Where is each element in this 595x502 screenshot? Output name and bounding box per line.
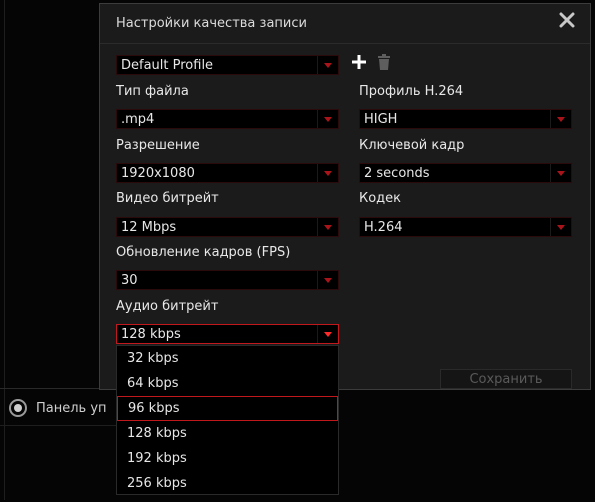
dropdown-arrow-icon [317, 218, 338, 236]
dropdown-arrow-icon [317, 56, 338, 74]
control-panel-item[interactable]: Панель уп [8, 398, 107, 418]
dropdown-arrow-icon [317, 164, 338, 182]
keyframe-value: 2 seconds [364, 165, 430, 181]
dropdown-option-highlighted[interactable]: 96 kbps [117, 396, 338, 421]
close-button[interactable] [556, 11, 578, 33]
codec-label: Кодек [359, 191, 402, 206]
delete-profile-button[interactable] [375, 54, 393, 74]
h264-profile-value: HIGH [364, 111, 398, 127]
codec-value: H.264 [364, 219, 403, 235]
resolution-label: Разрешение [116, 138, 200, 153]
keyframe-select[interactable]: 2 seconds [359, 163, 572, 183]
fps-select[interactable]: 30 [116, 270, 339, 290]
background-divider [0, 425, 120, 426]
dropdown-option[interactable]: 64 kbps [117, 371, 338, 396]
header-divider [100, 43, 590, 44]
audio-bitrate-label: Аудио битрейт [116, 299, 219, 314]
dropdown-option[interactable]: 128 kbps [117, 421, 338, 446]
profile-value: Default Profile [121, 57, 214, 73]
dropdown-option[interactable]: 256 kbps [117, 471, 338, 496]
dropdown-arrow-icon [317, 271, 338, 289]
close-icon [559, 12, 575, 32]
dropdown-arrow-icon [317, 325, 338, 343]
h264-profile-select[interactable]: HIGH [359, 109, 572, 129]
file-type-select[interactable]: .mp4 [116, 109, 339, 129]
dropdown-option[interactable]: 32 kbps [117, 346, 338, 371]
plus-icon [351, 54, 367, 74]
h264-profile-label: Профиль H.264 [359, 84, 464, 99]
profile-select[interactable]: Default Profile [116, 55, 339, 75]
file-type-value: .mp4 [121, 111, 155, 127]
audio-bitrate-dropdown-list: 32 kbps 64 kbps 96 kbps 128 kbps 192 kbp… [116, 345, 339, 495]
trash-icon [377, 54, 391, 74]
dropdown-arrow-icon [317, 110, 338, 128]
fps-value: 30 [121, 272, 138, 288]
fps-label: Обновление кадров (FPS) [116, 245, 291, 260]
resolution-select[interactable]: 1920x1080 [116, 163, 339, 183]
video-bitrate-label: Видео битрейт [116, 191, 219, 206]
camera-ring-icon [8, 398, 28, 418]
control-panel-label: Панель уп [36, 400, 107, 416]
file-type-label: Тип файла [116, 84, 189, 99]
codec-select[interactable]: H.264 [359, 217, 572, 237]
dropdown-arrow-icon [550, 218, 571, 236]
dropdown-option[interactable]: 192 kbps [117, 446, 338, 471]
dropdown-arrow-icon [550, 164, 571, 182]
resolution-value: 1920x1080 [121, 165, 195, 181]
add-profile-button[interactable] [350, 55, 368, 73]
audio-bitrate-select[interactable]: 128 kbps [116, 324, 339, 344]
save-button[interactable]: Сохранить [440, 369, 572, 389]
video-bitrate-select[interactable]: 12 Mbps [116, 217, 339, 237]
keyframe-label: Ключевой кадр [359, 138, 465, 153]
video-bitrate-value: 12 Mbps [121, 219, 177, 235]
audio-bitrate-value: 128 kbps [121, 326, 181, 342]
dropdown-arrow-icon [550, 110, 571, 128]
dialog-title: Настройки качества записи [116, 16, 307, 31]
